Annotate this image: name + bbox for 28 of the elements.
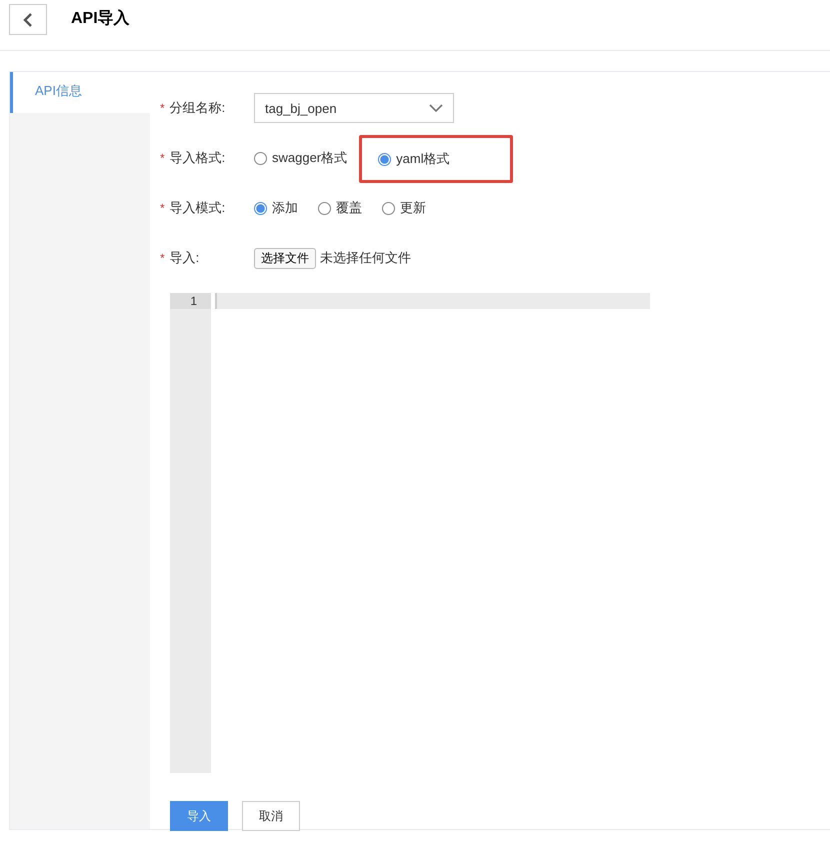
code-editor[interactable]: 1 <box>170 293 650 773</box>
back-button[interactable] <box>9 4 47 35</box>
radio-label: 更新 <box>400 199 426 217</box>
chevron-left-icon <box>22 12 34 28</box>
radio-button[interactable] <box>318 202 331 214</box>
required-mark: * <box>160 151 165 165</box>
radio-button[interactable] <box>382 202 395 214</box>
radio-label: 覆盖 <box>336 199 362 217</box>
required-mark: * <box>160 201 165 215</box>
radio-button[interactable] <box>378 152 392 166</box>
cancel-button[interactable]: 取消 <box>242 801 300 831</box>
file-status: 未选择任何文件 <box>320 249 411 267</box>
choose-file-button[interactable]: 选择文件 <box>254 248 316 268</box>
field-label: 导入: <box>170 249 200 267</box>
group-select[interactable]: tag_bj_open <box>254 93 454 123</box>
field-label: 导入格式: <box>170 149 226 167</box>
page-title: API导入 <box>71 8 130 29</box>
chevron-down-icon <box>429 104 443 112</box>
field-label: 分组名称: <box>170 99 226 117</box>
radio-label: 添加 <box>272 199 298 217</box>
radio-label: yaml格式 <box>396 150 450 168</box>
required-mark: * <box>160 101 165 115</box>
radio-button[interactable] <box>254 202 267 214</box>
field-label: 导入模式: <box>170 199 226 217</box>
line-number: 1 <box>170 293 211 309</box>
radio-label: swagger格式 <box>272 149 348 167</box>
radio-button[interactable] <box>254 152 267 164</box>
required-mark: * <box>160 251 165 265</box>
